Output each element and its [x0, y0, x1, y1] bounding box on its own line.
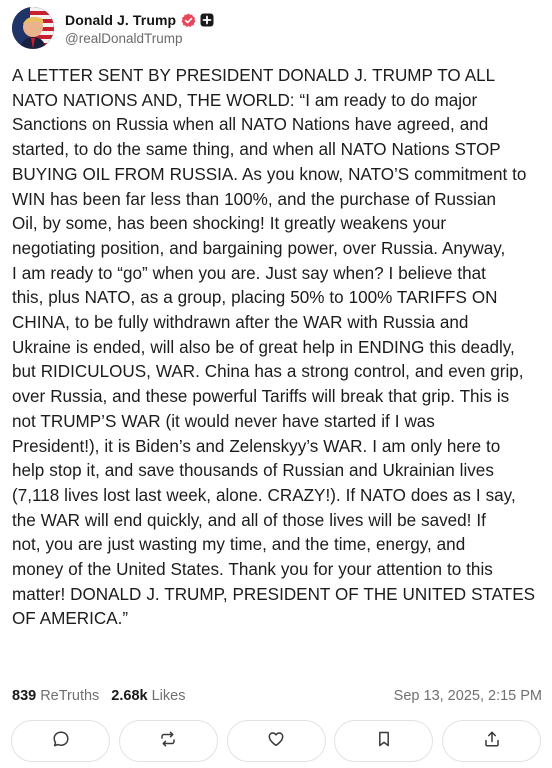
post-stats: 839 ReTruths 2.68k Likes Sep 13, 2025, 2… [12, 684, 542, 708]
reply-icon [52, 730, 70, 753]
avatar[interactable] [12, 7, 54, 49]
post-body: A LETTER SENT BY PRESIDENT DONALD J. TRU… [12, 66, 536, 629]
like-button[interactable] [226, 720, 326, 762]
bookmark-button[interactable] [334, 720, 434, 762]
retruths-count[interactable]: 839 [12, 688, 36, 704]
plus-badge-icon [200, 13, 214, 27]
retruths-label[interactable]: ReTruths [40, 688, 99, 704]
timestamp[interactable]: Sep 13, 2025, 2:15 PM [394, 688, 542, 704]
retruth-button[interactable] [118, 720, 218, 762]
likes-label[interactable]: Likes [152, 688, 186, 704]
likes-count[interactable]: 2.68k [111, 688, 147, 704]
share-icon [483, 730, 501, 753]
verified-badge-icon [181, 13, 196, 28]
reply-button[interactable] [11, 720, 110, 762]
author-block: Donald J. Trump @realDonaldTrump [65, 10, 214, 46]
retruth-icon [159, 730, 177, 753]
name-row: Donald J. Trump [65, 10, 214, 30]
share-button[interactable] [442, 720, 541, 762]
handle[interactable]: @realDonaldTrump [65, 31, 214, 46]
display-name[interactable]: Donald J. Trump [65, 12, 176, 28]
action-bar [11, 720, 541, 762]
like-icon [267, 730, 285, 753]
bookmark-icon [375, 730, 393, 753]
post-header: Donald J. Trump @realDonaldTrump [12, 6, 540, 50]
